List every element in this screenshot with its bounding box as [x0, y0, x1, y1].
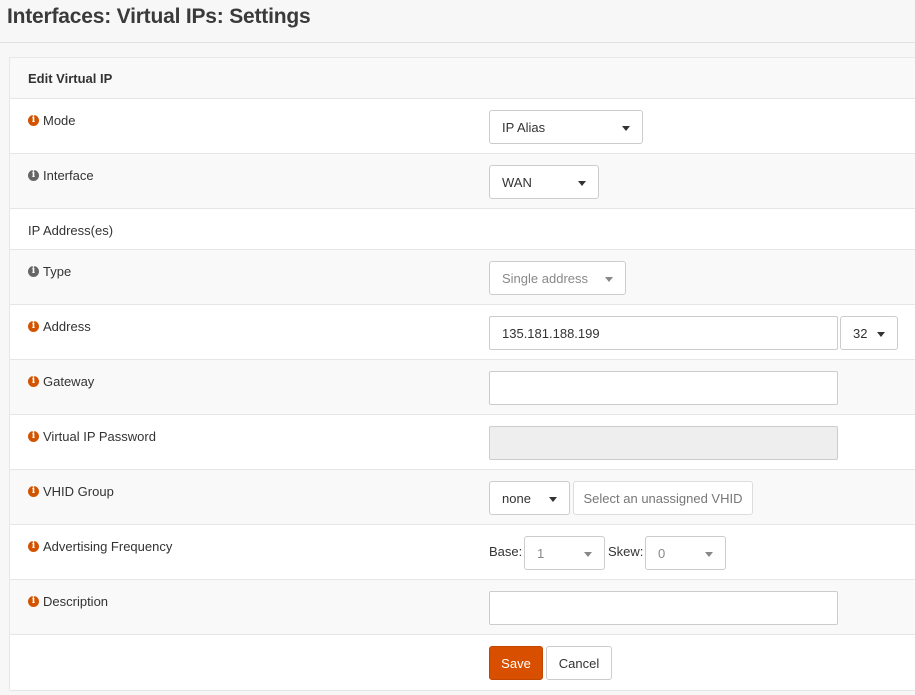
- caret-down-icon: [578, 181, 586, 186]
- caret-down-icon: [605, 277, 613, 282]
- page-header: Interfaces: Virtual IPs: Settings: [0, 0, 915, 43]
- edit-vip-panel: Edit Virtual IP i Mode IP Alias i Interf…: [9, 57, 915, 691]
- mode-label: i Mode: [28, 113, 76, 128]
- caret-down-icon: [584, 552, 592, 557]
- info-icon[interactable]: i: [28, 266, 39, 277]
- vip-password-label: i Virtual IP Password: [28, 429, 156, 444]
- type-label: i Type: [28, 264, 71, 279]
- row-description: i Description: [10, 580, 915, 635]
- row-adv-freq: i Advertising Frequency Base: 1 Skew: 0: [10, 525, 915, 580]
- info-icon[interactable]: i: [28, 321, 39, 332]
- vhid-select[interactable]: none: [489, 481, 570, 515]
- interface-select[interactable]: WAN: [489, 165, 599, 199]
- info-icon[interactable]: i: [28, 170, 39, 181]
- gateway-label-text: Gateway: [43, 374, 95, 389]
- panel-title: Edit Virtual IP: [28, 71, 113, 86]
- info-icon[interactable]: i: [28, 486, 39, 497]
- save-button[interactable]: Save: [489, 646, 543, 680]
- mode-select-value: IP Alias: [502, 119, 546, 135]
- row-vip-password: i Virtual IP Password: [10, 415, 915, 470]
- skew-label: Skew:: [608, 544, 644, 559]
- description-label: i Description: [28, 594, 108, 609]
- description-label-text: Description: [43, 594, 109, 609]
- caret-down-icon: [622, 126, 630, 131]
- vip-password-label-text: Virtual IP Password: [43, 429, 156, 444]
- adv-freq-label-text: Advertising Frequency: [43, 539, 173, 554]
- interface-label-text: Interface: [43, 168, 94, 183]
- select-unassigned-vhid-button[interactable]: Select an unassigned VHID: [573, 481, 753, 515]
- vip-password-input[interactable]: [489, 426, 838, 460]
- base-select-value: 1: [537, 545, 545, 561]
- address-label: i Address: [28, 319, 91, 334]
- address-input[interactable]: 135.181.188.199: [489, 316, 838, 350]
- interface-label: i Interface: [28, 168, 94, 183]
- vhid-label: i VHID Group: [28, 484, 114, 499]
- page-title: Interfaces: Virtual IPs: Settings: [7, 5, 311, 28]
- address-input-value: 135.181.188.199: [502, 325, 600, 341]
- mask-select-value: 32: [853, 325, 868, 341]
- type-label-text: Type: [43, 264, 72, 279]
- vhid-label-text: VHID Group: [43, 484, 114, 499]
- gateway-input[interactable]: [489, 371, 838, 405]
- caret-down-icon: [705, 552, 713, 557]
- type-select-value: Single address: [502, 270, 588, 286]
- row-gateway: i Gateway: [10, 360, 915, 415]
- address-label-text: Address: [43, 319, 91, 334]
- row-actions: Save Cancel: [10, 635, 915, 691]
- row-type: i Type Single address: [10, 250, 915, 305]
- address-mask-select[interactable]: 32: [840, 316, 898, 350]
- ip-section-label: IP Address(es): [28, 223, 114, 238]
- cancel-button[interactable]: Cancel: [546, 646, 612, 680]
- gateway-label: i Gateway: [28, 374, 94, 389]
- caret-down-icon: [877, 332, 885, 337]
- row-ip-section: IP Address(es): [10, 209, 915, 250]
- row-address: i Address 135.181.188.199 32: [10, 305, 915, 360]
- base-label: Base:: [489, 544, 523, 559]
- info-icon[interactable]: i: [28, 431, 39, 442]
- info-icon[interactable]: i: [28, 376, 39, 387]
- description-input[interactable]: [489, 591, 838, 625]
- info-icon[interactable]: i: [28, 596, 39, 607]
- skew-select-value: 0: [658, 545, 666, 561]
- info-icon[interactable]: i: [28, 115, 39, 126]
- vhid-select-value: none: [502, 490, 531, 506]
- caret-down-icon: [549, 497, 557, 502]
- row-vhid: i VHID Group none Select an unassigned V…: [10, 470, 915, 525]
- row-interface: i Interface WAN: [10, 154, 915, 209]
- adv-freq-label: i Advertising Frequency: [28, 539, 172, 554]
- row-mode: i Mode IP Alias: [10, 99, 915, 154]
- mode-select[interactable]: IP Alias: [489, 110, 643, 144]
- type-select[interactable]: Single address: [489, 261, 626, 295]
- base-select[interactable]: 1: [524, 536, 605, 570]
- panel-header: Edit Virtual IP: [10, 58, 915, 99]
- skew-select[interactable]: 0: [645, 536, 726, 570]
- mode-label-text: Mode: [43, 113, 76, 128]
- interface-select-value: WAN: [502, 174, 532, 190]
- info-icon[interactable]: i: [28, 541, 39, 552]
